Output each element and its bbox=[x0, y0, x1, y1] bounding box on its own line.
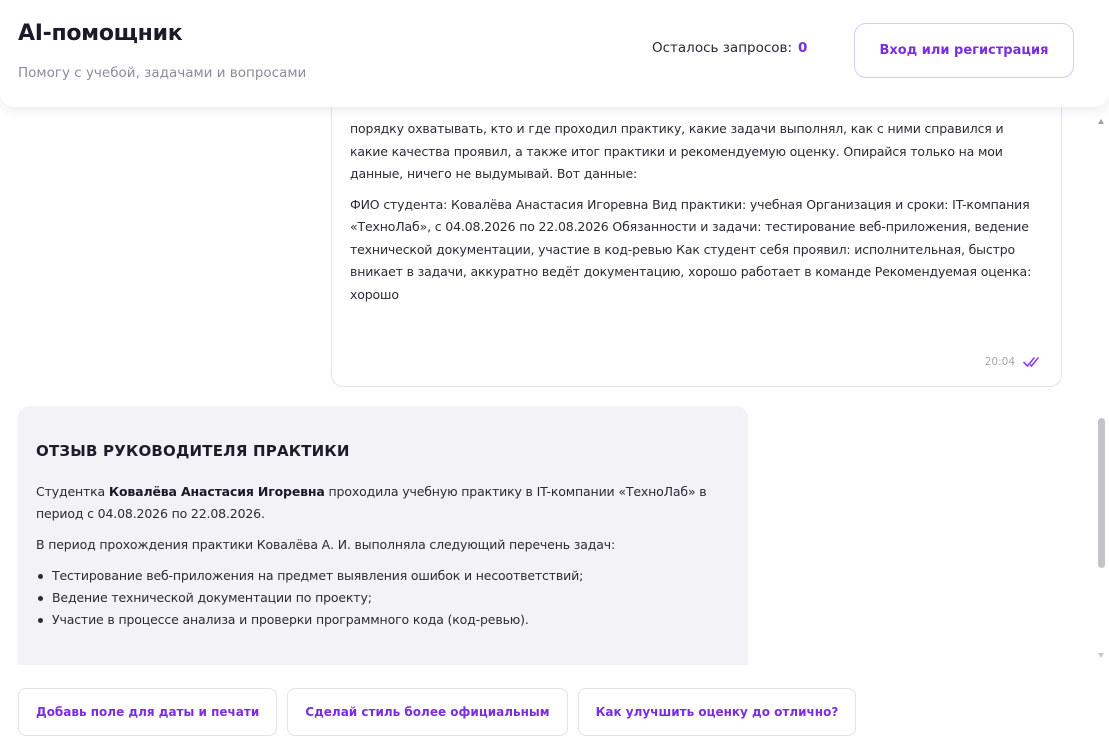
app-title: AI-помощник bbox=[18, 21, 183, 46]
list-item: Ведение технической документации по прое… bbox=[36, 587, 730, 609]
user-message-paragraph: порядку охватывать, кто и где проходил п… bbox=[350, 121, 1004, 181]
app-subtitle: Помогу с учебой, задачами и вопросами bbox=[18, 65, 307, 81]
message-time: 20:04 bbox=[984, 356, 1015, 368]
assistant-message: ОТЗЫВ РУКОВОДИТЕЛЯ ПРАКТИКИ Студентка Ко… bbox=[18, 406, 748, 665]
list-item: Участие в процессе анализа и проверки пр… bbox=[36, 609, 730, 631]
student-name: Ковалёва Анастасия Игоревна bbox=[108, 484, 325, 499]
tasks-list: Тестирование веб-приложения на предмет в… bbox=[36, 565, 730, 631]
suggestion-improve-grade[interactable]: Как улучшить оценку до отлично? bbox=[577, 688, 857, 736]
user-message: порядку охватывать, кто и где проходил п… bbox=[331, 107, 1062, 387]
suggestion-chips: Добавь поле для даты и печати Сделай сти… bbox=[18, 688, 857, 736]
scroll-up-arrow-icon[interactable] bbox=[1098, 119, 1104, 124]
suggestion-more-formal[interactable]: Сделай стиль более официальным bbox=[287, 688, 568, 736]
review-title: ОТЗЫВ РУКОВОДИТЕЛЯ ПРАКТИКИ bbox=[36, 442, 350, 460]
tasks-intro: В период прохождения практики Ковалёва А… bbox=[36, 537, 616, 552]
review-intro: Студентка Ковалёва Анастасия Игоревна пр… bbox=[36, 481, 730, 525]
chat-history[interactable]: порядку охватывать, кто и где проходил п… bbox=[0, 107, 1094, 665]
quota-count: 0 bbox=[798, 40, 808, 56]
suggestion-add-date-field[interactable]: Добавь поле для даты и печати bbox=[18, 688, 278, 736]
quota-indicator: Осталось запросов: 0 bbox=[652, 40, 807, 56]
scroll-down-arrow-icon[interactable] bbox=[1098, 653, 1104, 658]
quota-label: Осталось запросов: bbox=[652, 40, 793, 56]
scrollbar-thumb[interactable] bbox=[1098, 418, 1105, 568]
review-intro-text: Студентка bbox=[36, 484, 109, 499]
chat-scrollbar[interactable] bbox=[1094, 107, 1109, 665]
app-header: AI-помощник Помогу с учебой, задачами и … bbox=[0, 0, 1109, 107]
double-check-icon bbox=[1023, 356, 1041, 368]
message-meta: 20:04 bbox=[985, 356, 1041, 368]
login-register-button[interactable]: Вход или регистрация bbox=[854, 23, 1074, 78]
user-message-paragraph: ФИО студента: Ковалёва Анастасия Игоревн… bbox=[350, 196, 1032, 302]
list-item: Тестирование веб-приложения на предмет в… bbox=[36, 565, 730, 587]
